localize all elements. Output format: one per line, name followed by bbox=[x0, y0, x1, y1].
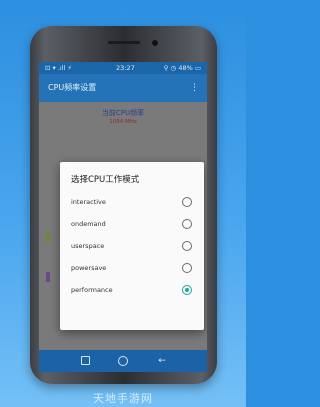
status-icons-right: ⚲ ◷ 48% ▭ bbox=[163, 64, 201, 72]
option-powersave[interactable]: powersave bbox=[60, 258, 204, 279]
background-indicator bbox=[46, 272, 50, 282]
radio-button[interactable] bbox=[182, 219, 192, 229]
app-bar: CPU频率设置 ⋮ bbox=[39, 74, 207, 102]
status-bar: ⊡ ▾ .ıll ⚡ 23:27 ⚲ ◷ 48% ▭ bbox=[39, 62, 207, 74]
app-title: CPU频率设置 bbox=[48, 83, 97, 92]
phone-screen: ⊡ ▾ .ıll ⚡ 23:27 ⚲ ◷ 48% ▭ CPU频率设置 ⋮ 当前C… bbox=[39, 62, 207, 372]
navigation-bar: ← bbox=[39, 350, 207, 372]
recent-apps-icon[interactable] bbox=[73, 350, 97, 372]
cpu-frequency-value: 1094 MHz bbox=[109, 119, 137, 125]
speaker-grille bbox=[108, 41, 140, 44]
back-icon[interactable]: ← bbox=[150, 350, 174, 372]
watermark-text: 天地手游网 bbox=[93, 392, 153, 405]
option-label: performance bbox=[71, 286, 113, 294]
radio-button-selected[interactable] bbox=[182, 285, 192, 295]
status-time: 23:27 bbox=[116, 64, 135, 72]
option-label: userspace bbox=[71, 242, 105, 250]
home-icon[interactable] bbox=[111, 350, 135, 372]
radio-button[interactable] bbox=[182, 241, 192, 251]
option-label: ondemand bbox=[71, 220, 106, 228]
radio-button[interactable] bbox=[182, 197, 192, 207]
dialog-title: 选择CPU工作模式 bbox=[71, 175, 140, 185]
option-label: interactive bbox=[71, 198, 106, 206]
option-label: powersave bbox=[71, 264, 107, 272]
background-indicator bbox=[46, 232, 50, 242]
cpu-mode-dialog: 选择CPU工作模式 interactive ondemand userspace… bbox=[60, 162, 204, 330]
status-icons-left: ⊡ ▾ .ıll ⚡ bbox=[45, 64, 72, 72]
option-userspace[interactable]: userspace bbox=[60, 236, 204, 257]
radio-button[interactable] bbox=[182, 263, 192, 273]
option-ondemand[interactable]: ondemand bbox=[60, 214, 204, 235]
front-camera bbox=[151, 39, 159, 47]
option-interactive[interactable]: interactive bbox=[60, 192, 204, 213]
option-performance[interactable]: performance bbox=[60, 280, 204, 301]
more-vert-icon[interactable]: ⋮ bbox=[190, 74, 199, 102]
cpu-frequency-title: 当前CPU频率 bbox=[101, 109, 145, 117]
phone-frame: ⊡ ▾ .ıll ⚡ 23:27 ⚲ ◷ 48% ▭ CPU频率设置 ⋮ 当前C… bbox=[30, 26, 217, 384]
